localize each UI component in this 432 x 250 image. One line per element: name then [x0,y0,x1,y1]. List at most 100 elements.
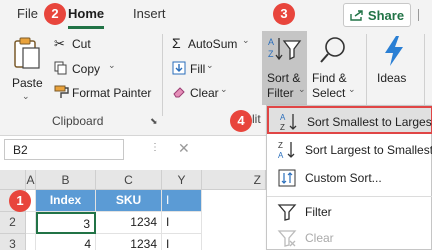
lightning-bolt-icon [385,36,403,66]
filter-icon [277,204,297,221]
grid-cell[interactable] [26,212,36,234]
menu-item-sort-largest-to-smallest[interactable]: Z A Sort Largest to Smallest [267,136,432,164]
column-header-b[interactable]: B [36,170,96,190]
sort-filter-dropdown-menu: A Z Sort Smallest to Largest Z A Sort La… [266,105,432,250]
menu-item-sort-smallest-to-largest[interactable]: A Z Sort Smallest to Largest [267,106,432,134]
sort-descending-icon: Z A [278,141,295,160]
menu-item-label: Sort Largest to Smallest [305,143,432,157]
cancel-icon[interactable]: ✕ [178,140,190,157]
menu-item-filter[interactable]: Filter [267,198,432,226]
sort-filter-label-line2: Filter [267,86,294,100]
find-select-label-line2: Select [312,86,346,100]
name-box[interactable]: B2 [4,139,124,160]
menu-item-label: Custom Sort... [305,171,382,185]
tab-insert[interactable]: Insert [133,6,166,21]
format-painter-button[interactable]: Format Painter [54,84,154,102]
select-all-corner[interactable] [0,170,26,190]
format-painter-icon [54,85,69,98]
paste-label: Paste [12,76,43,90]
clear-chevron-icon[interactable]: ⌄ [220,84,228,95]
column-header-c[interactable]: C [96,170,162,190]
menu-item-custom-sort[interactable]: Custom Sort... [267,164,432,192]
clear-filter-icon [277,230,297,247]
paste-button[interactable]: Paste ⌄ [6,34,46,102]
menu-item-label: Sort Smallest to Largest [307,115,432,129]
row-header-3[interactable]: 3 [0,234,26,250]
sort-filter-button[interactable]: A Z Sort & Filter ⌄ [262,31,307,105]
callout-badge: 4 [230,110,252,132]
svg-text:Z: Z [280,123,285,132]
copy-label: Copy [72,62,101,76]
autosum-button[interactable]: Σ AutoSum ⌄ [170,35,250,54]
group-separator [162,34,163,116]
callout-badge: 2 [44,3,66,25]
tab-bar-separator [418,9,419,21]
fill-down-icon [172,61,186,75]
clear-label: Clear [190,86,219,100]
menu-item-clear[interactable]: Clear [267,224,432,250]
format-painter-label: Format Painter [72,86,152,100]
find-select-button[interactable]: Find & Select ⌄ [310,31,360,105]
clipboard-group-label: Clipboard [52,114,104,128]
paste-chevron-icon[interactable]: ⌄ [22,91,30,102]
formula-bar-menu-icon[interactable]: ⋮ [150,142,160,153]
cut-button[interactable]: ✂ Cut [54,36,114,54]
sort-ascending-icon: A Z [280,113,297,132]
find-select-label-line1: Find & [312,71,347,85]
clear-button[interactable]: Clear ⌄ [170,84,240,102]
table-row-cell[interactable]: 4 [36,234,96,250]
callout-badge: 3 [273,3,295,25]
cut-label: Cut [72,37,91,51]
menu-separator [267,196,432,197]
table-header-cell[interactable]: Index [36,190,96,212]
svg-text:Z: Z [268,49,274,59]
svg-text:A: A [280,113,286,122]
table-header-cell[interactable]: SKU [96,190,162,212]
table-row-cell-overflow[interactable]: I [162,212,202,234]
ideas-label: Ideas [377,71,407,85]
column-header-y[interactable]: Y [162,170,202,190]
table-header-cell-overflow[interactable]: I [162,190,202,212]
copy-chevron-icon[interactable]: ⌄ [108,60,116,71]
svg-text:A: A [268,37,274,47]
sort-filter-chevron-icon: ⌄ [298,84,306,94]
eraser-icon [173,87,185,98]
table-row-cell[interactable]: 1234 [96,234,162,250]
fill-label: Fill [190,62,206,76]
sort-filter-label-line1: Sort & [267,71,301,85]
ideas-button[interactable]: Ideas [372,31,416,105]
fill-chevron-icon[interactable]: ⌄ [206,60,214,71]
menu-item-label: Filter [305,205,332,219]
copy-icon [54,61,67,75]
copy-button[interactable]: Copy ⌄ [54,60,134,78]
autosum-chevron-icon[interactable]: ⌄ [242,35,250,46]
sort-filter-icon: A Z [268,37,302,61]
table-row-cell-overflow[interactable]: I [162,234,202,250]
column-header-z[interactable]: Z [202,170,266,190]
callout-badge: 1 [9,190,31,212]
magnifier-icon [320,37,345,63]
autosum-label: AutoSum [188,37,238,51]
row-header-2[interactable]: 2 [0,212,26,234]
find-select-chevron-icon: ⌄ [348,84,356,94]
grid-cell[interactable] [26,234,36,250]
group-separator [424,34,425,116]
editing-group-label-fragment: lit [252,112,261,126]
clipboard-dialog-launcher-icon[interactable]: ⬊ [150,116,158,127]
paste-clipboard-icon [14,37,40,69]
sigma-icon: Σ [172,35,181,51]
tab-home-label: Home [68,6,105,21]
share-label: Share [367,7,405,23]
table-row-cell[interactable]: 1234 [96,212,162,234]
tab-home[interactable]: Home [68,6,105,29]
fill-button[interactable]: Fill ⌄ [170,60,230,78]
active-tab-underline [68,26,105,29]
scissors-icon: ✂ [54,36,65,51]
tab-file[interactable]: File [17,6,38,21]
svg-text:A: A [278,151,284,160]
column-header-a[interactable]: A [26,170,36,190]
svg-text:Z: Z [278,141,283,150]
selected-cell-b2[interactable]: 3 [36,212,96,234]
share-button[interactable]: Share [343,3,411,27]
custom-sort-icon [278,169,296,187]
